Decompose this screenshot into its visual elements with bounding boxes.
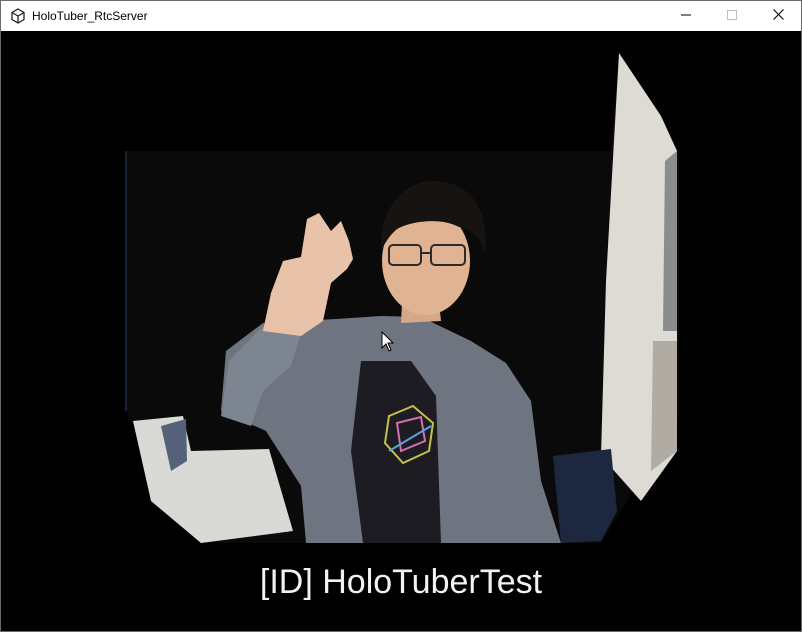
window-controls [663,1,801,31]
minimize-button[interactable] [663,1,709,31]
stream-id-caption: [ID] HoloTuberTest [259,563,543,601]
window-title: HoloTuber_RtcServer [32,9,148,23]
minimize-icon [681,7,691,25]
close-button[interactable] [755,1,801,31]
close-icon [772,7,784,25]
backpack [553,449,617,543]
mouse-cursor-icon [381,331,395,352]
stream-viewport: [ID] HoloTuberTest [1,31,801,631]
video-stream [125,53,679,543]
maximize-button[interactable] [709,1,755,31]
unity-icon [10,8,26,24]
title-bar[interactable]: HoloTuber_RtcServer [1,1,801,31]
app-window: HoloTuber_RtcServer [ID] HoloTuberTest [0,0,802,632]
maximize-icon [727,7,737,25]
